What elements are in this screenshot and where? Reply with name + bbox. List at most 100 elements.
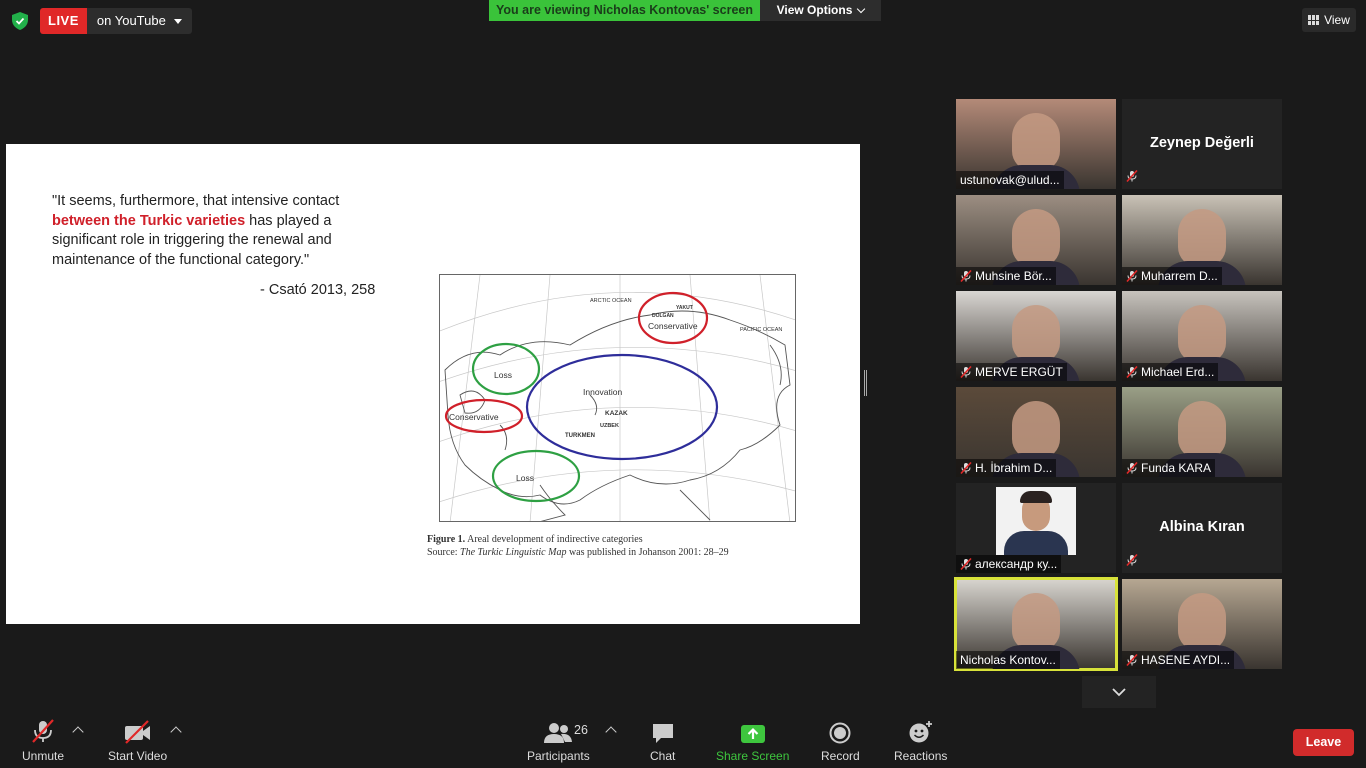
participant-video [1178,209,1226,267]
shared-screen[interactable]: "It seems, furthermore, that intensive c… [6,144,860,624]
participant-tile[interactable]: Michael Erd... [1122,291,1282,381]
participant-name-label: H. İbrahim D... [956,459,1057,477]
participant-name-label: александр ку... [956,555,1062,573]
participant-tile[interactable]: Muharrem D... [1122,195,1282,285]
map-drawing: ARCTIC OCEAN PACIFIC OCEAN KAZAK TURKMEN… [440,275,795,521]
microphone-muted-icon [1126,553,1138,571]
participant-name-label: MERVE ERGÜT [956,363,1067,381]
participant-name-label: Funda KARA [1122,459,1216,477]
reactions-smiley-icon [909,721,932,743]
participants-options-caret-icon[interactable] [605,726,617,738]
split-view-handle[interactable] [864,370,867,396]
quote-text-start: "It seems, furthermore, that intensive c… [52,193,340,209]
participant-video [1178,593,1226,651]
participant-tile[interactable]: Zeynep Değerli [1122,99,1282,189]
slide-quote: "It seems, furthermore, that intensive c… [52,192,372,270]
unmute-label: Unmute [22,749,65,763]
map-label-turkmen: TURKMEN [565,433,595,439]
chevron-down-icon [857,4,866,14]
participant-profile-photo [996,487,1076,555]
chevron-down-icon [1112,687,1126,696]
gallery-scroll-down-button[interactable] [1082,676,1156,708]
map-label-dolgan: DOLGAN [652,313,674,319]
participant-tile[interactable]: Nicholas Kontov... [954,577,1118,671]
quote-highlight: between the Turkic varieties [52,212,246,229]
microphone-muted-icon [32,719,54,743]
participant-tile[interactable]: ustunovak@ulud... [956,99,1116,189]
source-suffix: was published in Johanson 2001: 28–29 [568,547,729,558]
participant-name: Zeynep Değerli [1150,135,1254,151]
screen-share-banner: You are viewing Nicholas Kontovas' scree… [489,0,760,21]
participant-tile[interactable]: HASENE AYDI... [1122,579,1282,669]
map-label-kazak: KAZAK [605,410,628,417]
map-label-conservative-ne: Conservative [648,321,698,331]
map-label-loss-west: Loss [494,370,512,380]
map-label-uzbek: UZBEK [600,423,619,429]
map-label-arctic: ARCTIC OCEAN [590,298,632,304]
leave-button[interactable]: Leave [1293,729,1354,756]
participant-tile[interactable]: MERVE ERGÜT [956,291,1116,381]
view-options-button[interactable]: View Options [760,0,881,21]
chat-label: Chat [650,749,676,763]
unmute-button[interactable]: Unmute [22,718,64,763]
participant-name-label: ustunovak@ulud... [956,171,1064,189]
participant-tile[interactable]: Funda KARA [1122,387,1282,477]
chat-button[interactable]: Chat [650,718,675,763]
live-platform-dropdown[interactable]: on YouTube [86,8,192,34]
participant-name-label: Muhsine Bör... [956,267,1056,285]
source-title: The Turkic Linguistic Map [460,547,567,558]
record-icon [829,722,851,744]
participant-name: MERVE ERGÜT [975,365,1063,379]
audio-options-caret-icon[interactable] [72,726,84,738]
reactions-label: Reactions [894,749,948,763]
dropdown-caret-icon [173,18,182,24]
participant-name: ustunovak@ulud... [960,173,1060,187]
map-label-yakut: YAKUT [676,305,693,311]
video-options-caret-icon[interactable] [170,726,182,738]
participant-tile[interactable]: александр ку... [956,483,1116,573]
participant-tile[interactable]: Muhsine Bör... [956,195,1116,285]
slide-citation: - Csató 2013, 258 [260,282,376,298]
participant-name: Muharrem D... [1141,269,1218,283]
view-button[interactable]: View [1302,8,1356,32]
security-shield-icon[interactable] [12,12,28,30]
map-label-loss-south: Loss [516,473,534,483]
participant-video [1012,209,1060,267]
participant-tile[interactable]: H. İbrahim D... [956,387,1116,477]
view-button-label: View [1324,13,1350,27]
live-platform-label: on YouTube [96,13,166,28]
live-badge: LIVE [40,8,87,34]
figure-title: Areal development of indirective categor… [467,534,643,545]
start-video-button[interactable]: Start Video [108,718,167,763]
participant-name-label: HASENE AYDI... [1122,651,1235,669]
figure-caption: Figure 1. Areal development of indirecti… [427,533,729,559]
meeting-toolbar: Unmute Start Video Participants 26 Chat … [0,712,1366,768]
video-camera-off-icon [124,720,150,744]
reactions-button[interactable]: Reactions [894,718,947,763]
start-video-label: Start Video [108,749,168,763]
participant-video [1012,305,1060,363]
chat-bubble-icon [652,724,673,743]
participant-name-label: Michael Erd... [1122,363,1219,381]
participant-name: Muhsine Bör... [975,269,1052,283]
participant-tile[interactable]: Albina Kıran [1122,483,1282,573]
participant-video [1012,401,1060,459]
participant-video [1012,113,1060,171]
participant-name: александр ку... [975,557,1058,571]
participant-name-label: Nicholas Kontov... [956,651,1060,669]
share-screen-icon [740,725,765,743]
participants-count: 26 [574,723,588,737]
record-label: Record [821,749,860,763]
record-button[interactable]: Record [821,718,860,763]
participant-name: Funda KARA [1141,461,1212,475]
share-screen-label: Share Screen [716,749,790,763]
participant-video [1012,593,1060,651]
share-screen-button[interactable]: Share Screen [716,718,789,763]
source-prefix: Source: [427,547,458,558]
participant-name: Nicholas Kontov... [960,653,1056,667]
participant-name: Albina Kıran [1159,519,1245,535]
participant-video [1178,401,1226,459]
live-stream-indicator[interactable]: LIVE on YouTube [40,8,192,34]
map-label-innovation: Innovation [583,387,622,397]
map-label-conservative-sw: Conservative [449,412,499,422]
